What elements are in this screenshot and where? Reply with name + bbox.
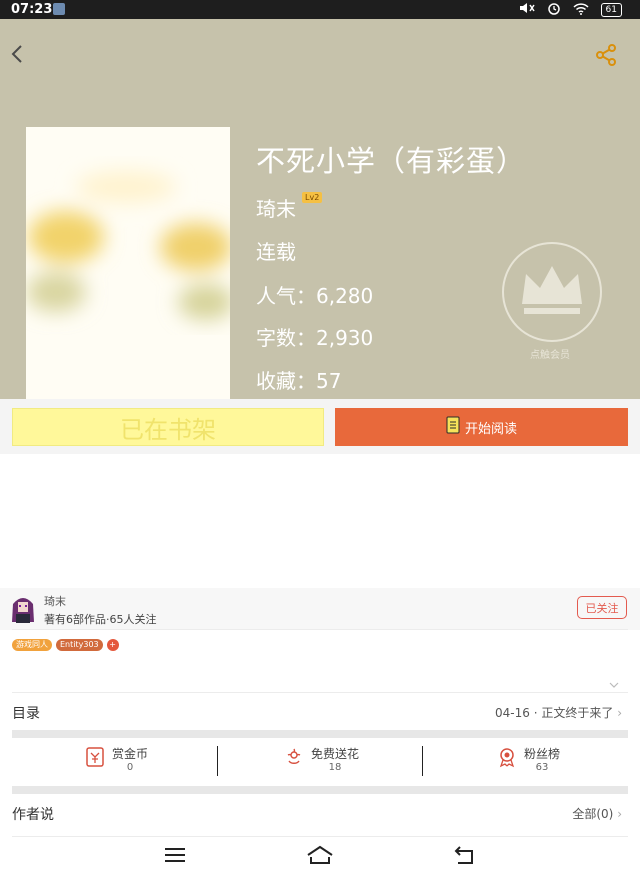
share-icon[interactable] — [594, 43, 618, 67]
mute-icon — [519, 1, 535, 19]
fans-value: 63 — [535, 762, 549, 773]
membership-badge-label: 点触会员 — [530, 350, 570, 361]
add-tag-button[interactable]: + — [106, 639, 119, 651]
reward-label: 赏金币 — [112, 747, 149, 761]
avatar[interactable] — [10, 592, 36, 624]
tag-item[interactable]: Entity303 — [56, 639, 103, 651]
author-meta: 著有6部作品·65人关注 — [44, 613, 157, 626]
home-icon[interactable] — [307, 845, 333, 869]
flowers-value: 18 — [328, 762, 342, 773]
catalog-latest-chapter[interactable]: 04-16 · 正文终于来了 › — [495, 704, 622, 721]
section-separator — [12, 786, 628, 794]
tag-item[interactable]: 游戏同人 — [12, 639, 52, 651]
divider — [12, 629, 628, 630]
followed-label: 已关注 — [585, 601, 619, 615]
system-nav-bar — [0, 840, 640, 871]
start-reading-button[interactable]: 开始阅读 — [335, 408, 628, 446]
flowers-label: 免费送花 — [311, 747, 360, 761]
reward-coin-icon — [84, 746, 106, 772]
in-bookshelf-button[interactable]: 已在书架 — [12, 408, 324, 446]
notification-app-icon — [53, 3, 65, 15]
book-author[interactable]: 琦末 — [256, 193, 296, 222]
reward-coins-button[interactable]: 赏金币 0 — [84, 745, 148, 773]
catalog-label[interactable]: 目录 — [12, 703, 40, 723]
book-cover[interactable] — [26, 127, 230, 399]
author-level-badge: Lv2 — [302, 192, 323, 203]
section-separator — [12, 730, 628, 738]
book-popularity: 人气：6,280 — [256, 284, 374, 308]
book-icon — [446, 416, 460, 438]
fans-label: 粉丝榜 — [524, 747, 561, 761]
status-bar: 07:23 61 — [0, 0, 640, 19]
start-reading-label: 开始阅读 — [464, 421, 517, 437]
author-says-all-text: 全部(0) — [572, 807, 614, 821]
flower-icon — [283, 746, 305, 772]
divider — [217, 746, 218, 776]
book-favorites: 收藏：57 — [256, 369, 342, 393]
status-icons: 61 — [519, 1, 622, 19]
reward-value: 0 — [126, 762, 134, 773]
wifi-icon — [573, 2, 589, 19]
divider — [12, 836, 628, 837]
chevron-down-icon[interactable] — [609, 680, 619, 691]
medal-icon — [496, 746, 518, 772]
author-says-all-link[interactable]: 全部(0) › — [572, 805, 622, 822]
divider — [12, 692, 628, 693]
battery-icon: 61 — [600, 3, 622, 17]
membership-crown-badge — [502, 242, 602, 342]
in-bookshelf-label: 已在书架 — [120, 415, 216, 444]
book-status: 连载 — [256, 240, 296, 264]
latest-chapter-text: 04-16 · 正文终于来了 — [495, 706, 614, 720]
author-name: 琦末 — [44, 595, 66, 608]
book-title: 不死小学（有彩蛋） — [256, 144, 527, 178]
divider — [422, 746, 423, 776]
chevron-right-icon: › — [617, 807, 622, 821]
free-flowers-button[interactable]: 免费送花 18 — [283, 745, 359, 773]
status-time: 07:23 — [11, 2, 53, 17]
fan-ranking-button[interactable]: 粉丝榜 63 — [496, 745, 560, 773]
followed-button[interactable]: 已关注 — [577, 596, 627, 619]
chevron-right-icon: › — [617, 706, 622, 720]
return-icon[interactable] — [454, 845, 476, 869]
author-says-label: 作者说 — [12, 807, 54, 823]
back-arrow-icon[interactable] — [8, 42, 28, 66]
alarm-icon — [547, 1, 561, 19]
menu-icon[interactable] — [165, 847, 185, 867]
book-word-count: 字数：2,930 — [256, 326, 374, 350]
tag-list: 游戏同人 Entity303 + — [12, 639, 119, 651]
